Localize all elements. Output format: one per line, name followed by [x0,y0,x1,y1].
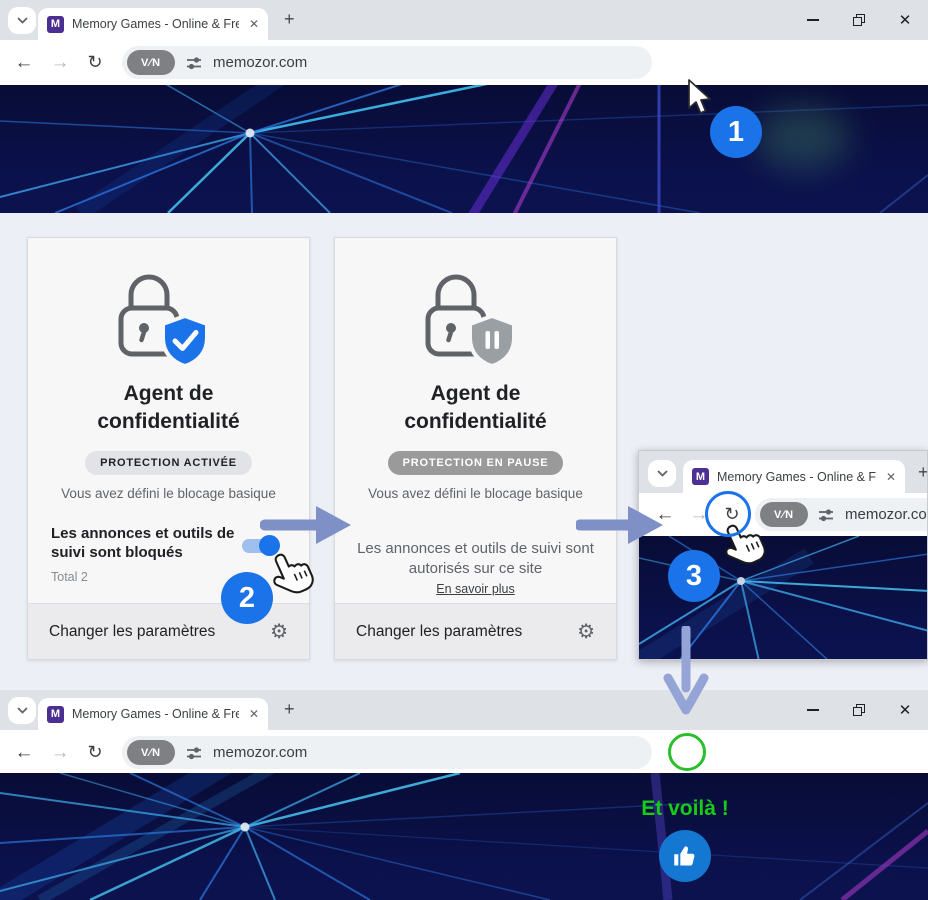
tab-close-icon[interactable]: ✕ [247,707,259,721]
tab-title: Memory Games - Online & Free [717,470,876,484]
status-badge: PROTECTION EN PAUSE [388,451,564,475]
bottom-toolbar: ← → ↻ V∕N memozor.com ☆ [0,730,928,775]
back-button[interactable]: ← [8,40,40,85]
lock-shield-pause-icon [401,264,551,368]
restore-icon [853,14,865,26]
browser-tab[interactable]: M Memory Games - Online & Free ✕ [683,460,905,493]
privacy-popup-paused: Agent de confidentialité PROTECTION EN P… [334,237,617,660]
reload-highlight-ring [705,491,751,537]
tab-title: Memory Games - Online & Free [72,17,239,31]
arrow-cursor-icon [686,79,718,117]
url-text: memozor.com [213,744,307,761]
chevron-down-icon [17,707,28,714]
card-title: Agent de confidentialité [64,380,274,435]
gear-icon[interactable]: ⚙ [270,619,288,644]
step-1-badge: 1 [710,106,762,158]
forward-button[interactable]: → [44,730,76,775]
chevron-down-icon [17,17,28,24]
change-settings-link[interactable]: Changer les paramètres [49,623,215,641]
thumbs-up-badge [659,830,711,882]
site-settings-icon[interactable] [185,54,203,72]
chevron-down-icon [657,470,668,477]
restore-button[interactable] [836,0,882,40]
address-bar[interactable]: V∕N memozor.com [122,736,652,769]
new-tab-button[interactable]: + [284,699,295,720]
site-favicon: M [692,468,709,485]
reload-icon: ↻ [87,52,102,73]
address-bar[interactable]: V∕N memozor.com [122,46,652,79]
step-arrow-right-2 [576,504,666,546]
reload-icon: ↻ [87,742,102,763]
step-arrow-right-1 [260,504,354,546]
tab-close-icon[interactable]: ✕ [247,17,259,31]
vpn-badge[interactable]: V∕N [760,502,808,527]
glow-spot [755,105,850,170]
minimize-button[interactable] [790,0,836,40]
site-settings-icon[interactable] [817,506,835,524]
close-window-button[interactable]: ✕ [882,690,928,730]
change-settings-link[interactable]: Changer les paramètres [356,623,522,641]
minimize-icon [807,19,819,21]
top-tabstrip: M Memory Games - Online & Free ✕ + ✕ [0,0,928,40]
card-footer: Changer les paramètres ⚙ [335,603,616,659]
new-tab-button[interactable]: + [284,9,295,30]
tutorial-screenshot: { "colors": { "accent_blue": "#1a73e8", … [0,0,928,900]
thumbs-up-icon [672,843,699,870]
mini-tabstrip: M Memory Games - Online & Free ✕ + [639,451,927,493]
learn-more-link[interactable]: En savoir plus [436,582,515,596]
minimize-button[interactable] [790,690,836,730]
site-favicon: M [47,706,64,723]
step-2-badge: 2 [221,572,273,624]
tab-search-button[interactable] [8,7,36,34]
allowed-text: Les annonces et outils de suivi sont aut… [356,539,596,579]
webpage-hero-image [0,773,928,900]
url-text: memozor.com [213,54,307,71]
site-settings-icon[interactable] [185,744,203,762]
back-icon: ← [15,742,34,764]
back-icon: ← [15,52,34,74]
restore-button[interactable] [836,690,882,730]
tab-search-button[interactable] [648,460,676,487]
gear-icon[interactable]: ⚙ [577,619,595,644]
success-label: Et voilà ! [615,797,755,821]
step-3-badge: 3 [668,550,720,602]
blocked-title: Les annonces et outils de suivi sont blo… [51,525,236,563]
top-toolbar: ← → ↻ V∕N memozor.com ☆ 2 [0,40,928,85]
card-subtitle: Vous avez défini le blocage basique [368,486,583,501]
forward-button[interactable]: → [44,40,76,85]
bottom-tabstrip: M Memory Games - Online & Free ✕ + ✕ [0,690,928,730]
status-badge: PROTECTION ACTIVÉE [85,451,252,475]
site-favicon: M [47,16,64,33]
forward-icon: → [51,52,70,74]
mini-toolbar: ← → ↻ V∕N memozor.com [639,493,927,536]
browser-tab[interactable]: M Memory Games - Online & Free ✕ [38,8,268,40]
restore-icon [853,704,865,716]
close-icon: ✕ [899,11,912,29]
tab-search-button[interactable] [8,697,36,724]
webpage-hero-image [0,85,928,213]
minimize-icon [807,709,819,711]
tab-close-icon[interactable]: ✕ [884,470,896,484]
card-subtitle: Vous avez défini le blocage basique [61,486,276,501]
url-text: memozor.com [845,506,928,523]
browser-tab[interactable]: M Memory Games - Online & Free ✕ [38,698,268,730]
address-bar[interactable]: V∕N memozor.com [755,498,928,531]
reload-button[interactable]: ↻ [79,40,111,85]
vpn-badge[interactable]: V∕N [127,50,175,75]
step-arrow-down [663,626,709,718]
reload-button[interactable]: ↻ [79,730,111,775]
new-tab-button[interactable]: + [918,462,928,483]
lock-shield-check-icon [94,264,244,368]
privacy-icon-highlight-ring [668,733,706,771]
forward-icon: → [51,742,70,764]
card-title: Agent de confidentialité [371,380,581,435]
close-window-button[interactable]: ✕ [882,0,928,40]
back-button[interactable]: ← [8,730,40,775]
close-icon: ✕ [899,701,912,719]
vpn-badge[interactable]: V∕N [127,740,175,765]
tab-title: Memory Games - Online & Free [72,707,239,721]
